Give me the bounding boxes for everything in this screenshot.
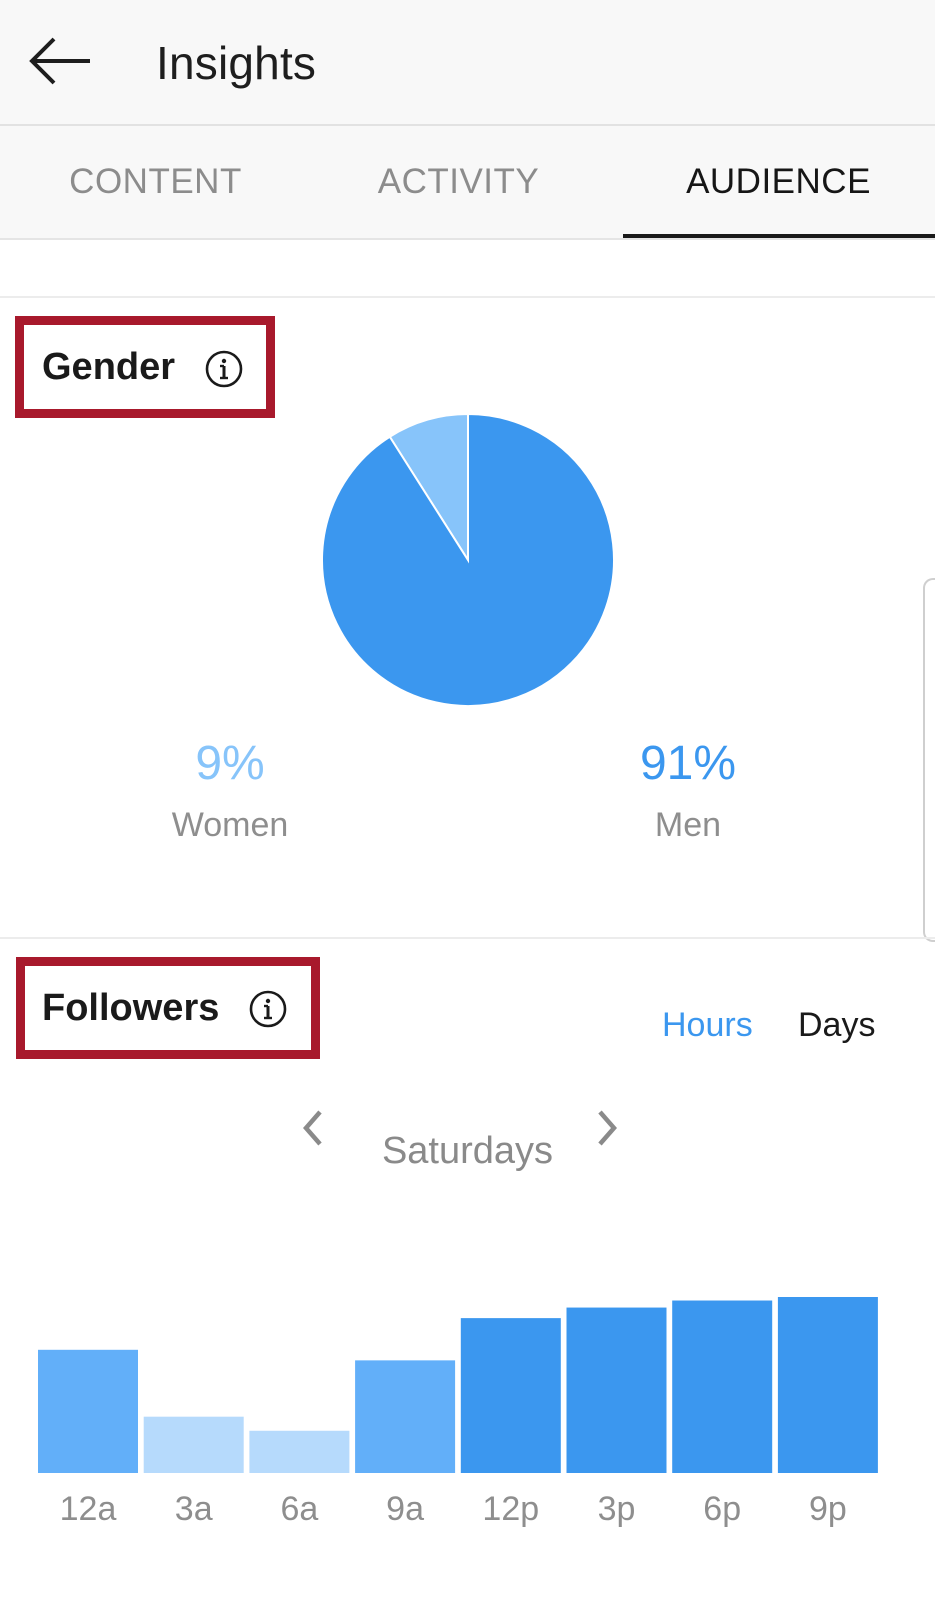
followers-title: Followers — [42, 987, 220, 1029]
men-label: Men — [654, 806, 722, 844]
gender-title: Gender — [42, 346, 176, 388]
section-divider — [0, 937, 935, 939]
x-tick-label: 12a — [60, 1490, 117, 1528]
x-tick-label: 3p — [598, 1490, 636, 1528]
arrow-left-icon — [29, 37, 90, 85]
bar-12a[interactable] — [38, 1349, 138, 1473]
tab-activity[interactable]: ACTIVITY — [303, 126, 614, 238]
info-icon[interactable] — [204, 349, 244, 389]
chevron-left-icon[interactable] — [292, 1106, 336, 1150]
bar-6a[interactable] — [249, 1430, 350, 1473]
bar-3a[interactable] — [143, 1416, 244, 1473]
x-tick-label: 6a — [280, 1490, 318, 1528]
hours-toggle[interactable]: Hours — [662, 1006, 753, 1045]
chevron-right-icon[interactable] — [584, 1106, 628, 1150]
x-tick-label: 3a — [175, 1490, 213, 1528]
top-bar: Insights — [0, 0, 935, 126]
day-label: Saturdays — [381, 1130, 554, 1172]
back-button[interactable] — [26, 34, 96, 90]
tab-audience[interactable]: AUDIENCE — [623, 126, 934, 238]
men-percent: 91% — [639, 737, 737, 790]
bar-9p[interactable] — [777, 1297, 878, 1473]
gender-pie-chart — [321, 412, 615, 707]
scroll-handle[interactable] — [923, 578, 935, 942]
pie-slice-men — [321, 412, 615, 707]
tab-bar: CONTENT ACTIVITY AUDIENCE — [0, 126, 935, 240]
bar-3p[interactable] — [566, 1307, 667, 1473]
days-toggle[interactable]: Days — [798, 1006, 875, 1045]
active-tab-indicator — [623, 234, 935, 238]
x-tick-label: 12p — [482, 1490, 539, 1528]
info-icon[interactable] — [248, 989, 288, 1029]
bar-9a[interactable] — [355, 1360, 456, 1473]
women-percent: 9% — [195, 737, 265, 790]
bar-6p[interactable] — [672, 1300, 773, 1473]
page-title: Insights — [156, 37, 317, 89]
section-divider — [0, 296, 935, 298]
bar-12p[interactable] — [460, 1318, 561, 1473]
x-tick-label: 9p — [809, 1490, 847, 1528]
x-tick-label: 9a — [386, 1490, 424, 1528]
followers-bar-chart: 12a 3a 6a 9a 12p 3p 6p 9p — [38, 1297, 878, 1528]
tab-content[interactable]: CONTENT — [0, 126, 311, 238]
women-label: Women — [171, 806, 289, 844]
x-tick-label: 6p — [703, 1490, 741, 1528]
